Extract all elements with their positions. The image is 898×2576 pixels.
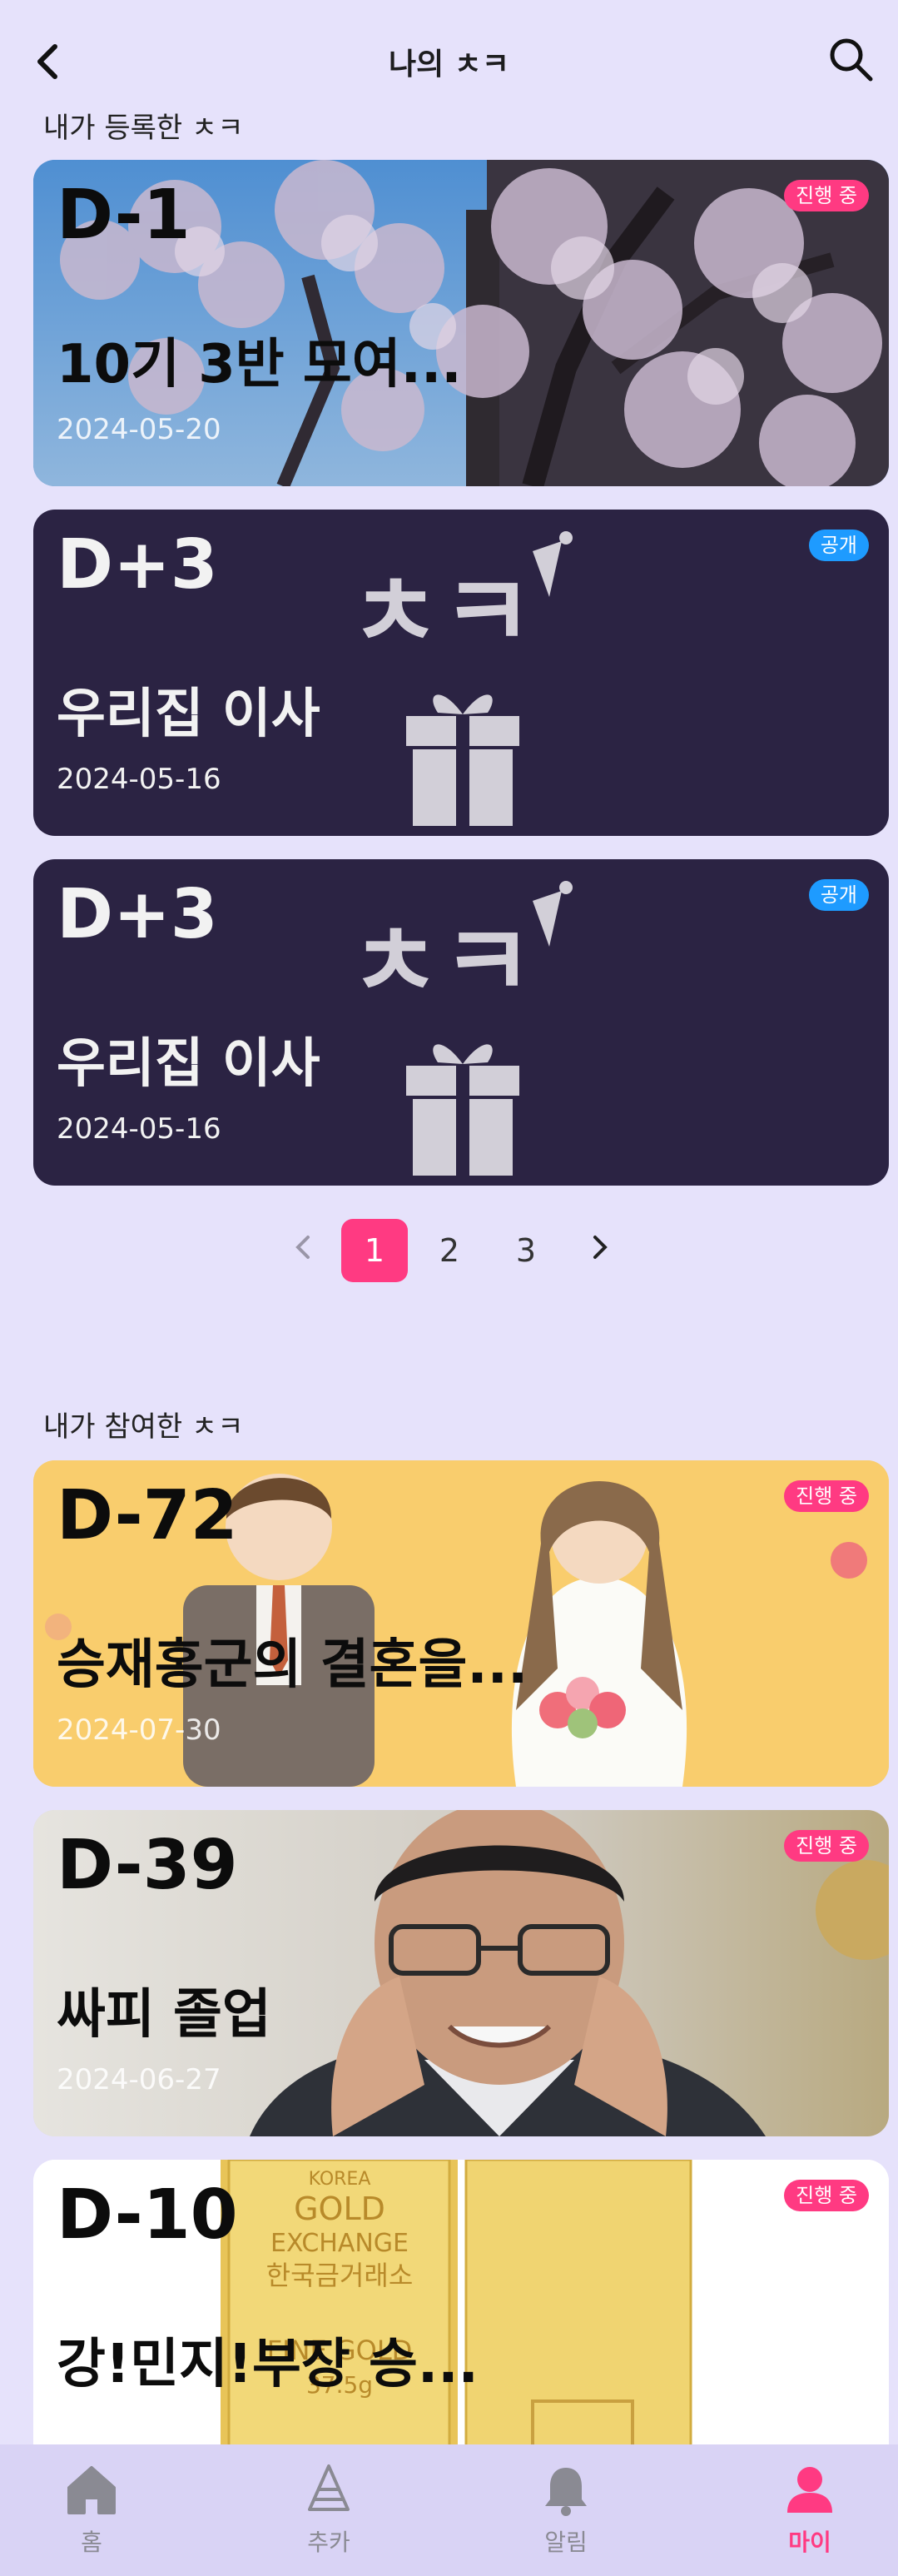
status-badge: 진행 중 [784,180,869,211]
visibility-badge: 공개 [808,879,869,911]
bell-icon [545,2468,587,2516]
gift-icon [406,694,519,826]
card-title: 우리집 이사 [57,1033,320,1095]
registered-section-title: 내가 등록한 ㅊㅋ [43,112,244,145]
placeholder-logo: ㅊㅋ [350,905,533,1021]
event-card[interactable]: D-39 싸피 졸업 2024-06-27 진행 중 [33,1810,889,2136]
party-hat-icon [533,881,573,947]
participated-section-title: 내가 참여한 ㅊㅋ [43,1410,244,1444]
event-card[interactable]: KOREA GOLD EXCHANGE 한국금거래소 FINE GOLD 37.… [33,2160,889,2486]
card-date: 2024-05-16 [57,763,221,796]
chevron-right-icon [593,1236,608,1259]
gift-icon [406,1044,519,1176]
pagination: 1 2 3 [0,1216,898,1282]
party-hat-icon [308,2464,350,2511]
gold-bar-korean-label: 한국금거래소 [266,2260,414,2291]
event-card[interactable]: ㅊㅋ D+3 우리집 이사 2024-05-16 공개 [33,510,889,836]
card-title: 강!민지!부장 승... [57,2334,479,2395]
card-date: 2024-06-27 [57,2063,221,2096]
status-badge: 진행 중 [784,1830,869,1862]
page-title: 나의 ㅊㅋ [388,47,509,82]
app-header: 나의 ㅊㅋ [0,0,898,117]
event-card[interactable]: D-1 10기 3반 모여... 2024-05-20 진행 중 [33,160,889,486]
dday-label: D-72 [57,1476,238,1555]
dday-label: D-10 [57,2176,238,2255]
nav-celebrate[interactable]: 추카 [270,2463,387,2558]
person-icon [787,2467,832,2513]
dday-label: D-1 [57,176,191,255]
gold-bar-brand-line: EXCHANGE [270,2229,409,2258]
search-icon [830,38,873,82]
chevron-left-icon [295,1236,310,1259]
event-card[interactable]: ㅊㅋ D+3 우리집 이사 2024-05-16 공개 [33,859,889,1186]
status-badge: 진행 중 [784,2180,869,2211]
nav-my[interactable]: 마이 [752,2463,868,2558]
page-button-1[interactable]: 1 [341,1219,408,1282]
card-date: 2024-05-20 [57,413,221,446]
gold-bar-brand-line: KOREA [309,2169,371,2190]
page-button-3[interactable]: 3 [493,1219,559,1282]
nav-home[interactable]: 홈 [33,2463,150,2558]
gold-bar-brand-line: GOLD [294,2191,385,2227]
visibility-badge: 공개 [808,530,869,561]
prev-page-button[interactable] [287,1231,320,1264]
home-icon [67,2466,116,2514]
bottom-navigation: 홈 추카 알림 마이 [0,2444,898,2576]
nav-label: 마이 [788,2529,831,2556]
event-card[interactable]: D-72 승재홍군의 결혼을... 2024-07-30 진행 중 [33,1460,889,1787]
nav-notifications[interactable]: 알림 [508,2463,624,2558]
card-date: 2024-05-16 [57,1112,221,1146]
card-date: 2024-05-29 [57,2413,221,2446]
dday-label: D-39 [57,1826,238,1905]
card-title: 싸피 졸업 [57,1984,271,2046]
party-hat-icon [533,531,573,597]
dday-label: D+3 [57,875,218,954]
page-button-2[interactable]: 2 [416,1219,483,1282]
nav-label: 알림 [544,2529,588,2556]
card-date: 2024-07-30 [57,1713,221,1747]
dday-label: D+3 [57,525,218,604]
placeholder-logo: ㅊㅋ [350,555,533,671]
next-page-button[interactable] [583,1231,616,1264]
nav-label: 추카 [307,2529,350,2556]
nav-label: 홈 [81,2529,102,2556]
card-title: 우리집 이사 [57,684,320,745]
card-title: 승재홍군의 결혼을... [57,1634,528,1696]
card-title: 10기 3반 모여... [57,334,462,395]
status-badge: 진행 중 [784,1480,869,1512]
search-button[interactable] [828,37,875,83]
